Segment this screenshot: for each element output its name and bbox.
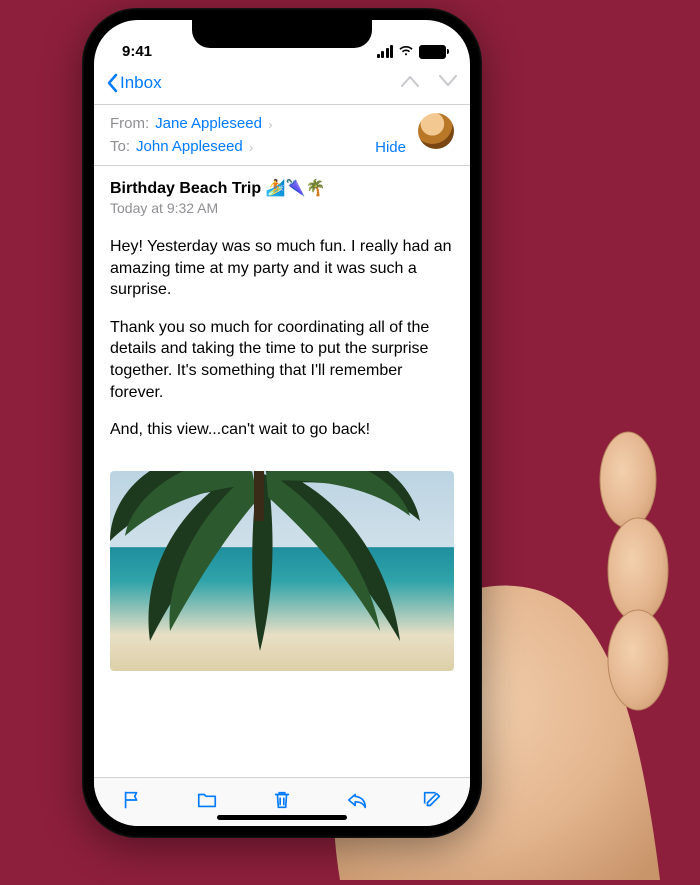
hide-details-button[interactable]: Hide: [375, 139, 406, 156]
subject: Birthday Beach Trip 🏄🌂🌴: [110, 178, 454, 198]
prev-message-button[interactable]: [400, 74, 420, 93]
timestamp: Today at 9:32 AM: [110, 200, 454, 216]
cellular-signal-icon: [377, 45, 394, 58]
message-body: Hey! Yesterday was so much fun. I really…: [94, 220, 470, 465]
chevron-right-icon: ›: [249, 139, 254, 155]
chevron-right-icon: ›: [268, 116, 273, 132]
status-time: 9:41: [122, 43, 152, 60]
move-button[interactable]: [195, 789, 219, 816]
phone-frame: 9:41 Inbox: [82, 8, 482, 838]
message-header: From: Jane Appleseed › To: John Applesee…: [94, 105, 470, 166]
chevron-left-icon: [106, 73, 118, 93]
from-contact[interactable]: Jane Appleseed: [155, 115, 262, 132]
nav-bar: Inbox: [94, 62, 470, 105]
wifi-icon: [398, 43, 414, 60]
flag-button[interactable]: [120, 789, 144, 816]
battery-icon: [419, 45, 446, 59]
back-button[interactable]: Inbox: [106, 73, 162, 93]
next-message-button[interactable]: [438, 74, 458, 93]
home-indicator[interactable]: [217, 815, 347, 820]
from-label: From:: [110, 115, 149, 132]
screen: 9:41 Inbox: [94, 20, 470, 826]
palm-tree-illustration: [110, 471, 420, 651]
to-contact[interactable]: John Appleseed: [136, 138, 243, 155]
avatar[interactable]: [418, 113, 454, 149]
notch: [192, 20, 372, 48]
body-paragraph: And, this view...can't wait to go back!: [110, 419, 454, 441]
compose-button[interactable]: [420, 789, 444, 816]
body-paragraph: Hey! Yesterday was so much fun. I really…: [110, 236, 454, 301]
to-label: To:: [110, 138, 130, 155]
subject-block: Birthday Beach Trip 🏄🌂🌴 Today at 9:32 AM: [94, 166, 470, 220]
reply-button[interactable]: [345, 789, 369, 816]
body-paragraph: Thank you so much for coordinating all o…: [110, 317, 454, 403]
trash-button[interactable]: [270, 789, 294, 816]
back-label: Inbox: [120, 73, 162, 93]
image-attachment[interactable]: [110, 471, 454, 671]
